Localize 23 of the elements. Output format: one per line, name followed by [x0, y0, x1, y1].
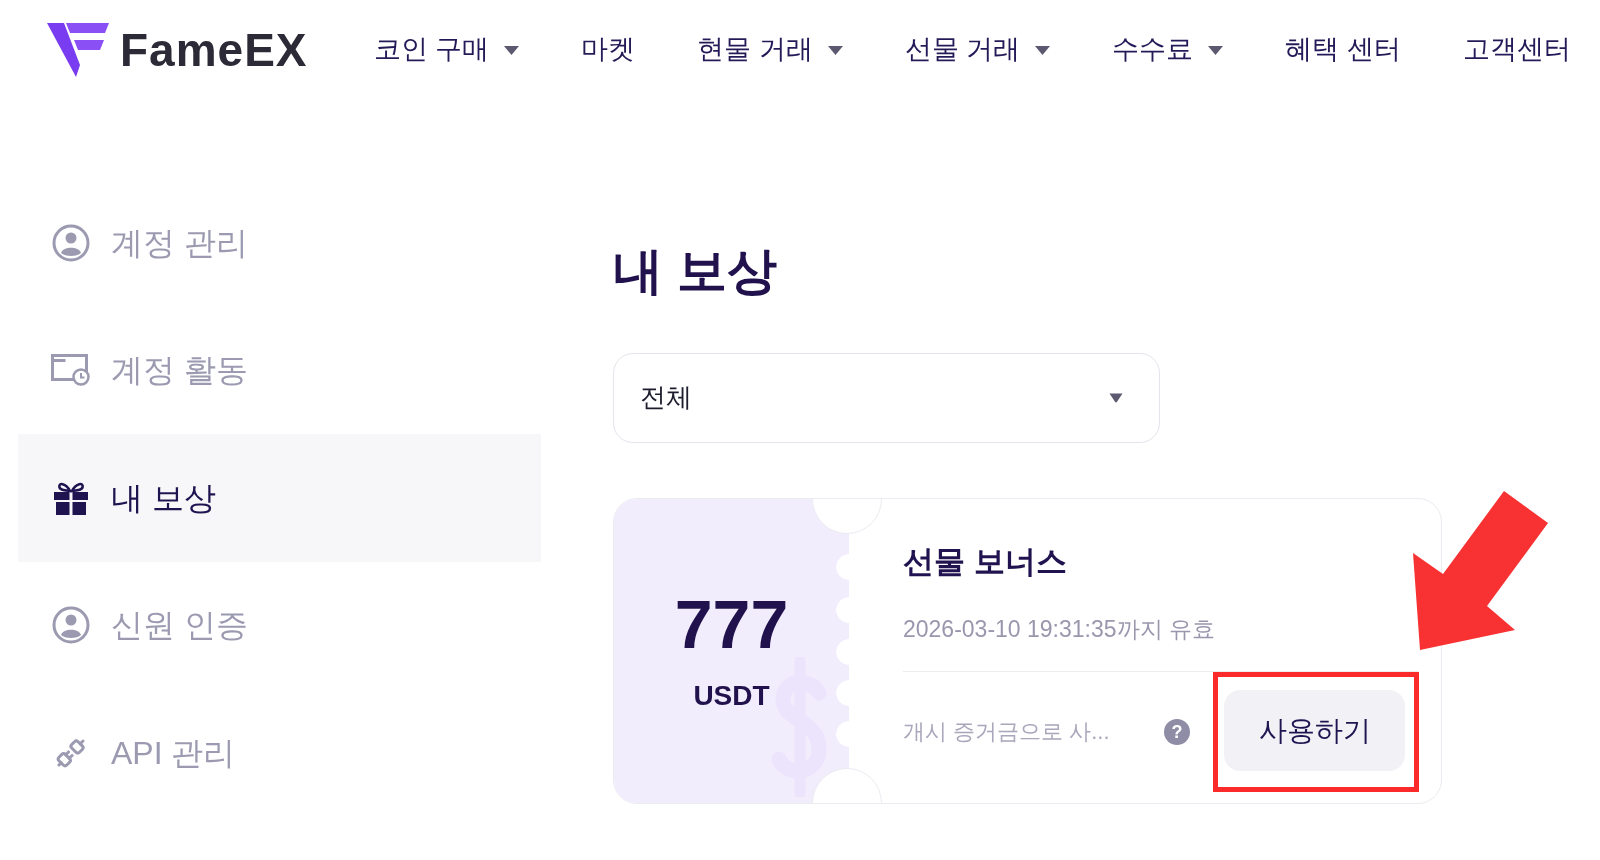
expiry-text: 2026-03-10 19:31:35까지 유효 [903, 615, 1215, 644]
nav-menu-item[interactable]: 수수료 [1112, 33, 1224, 67]
logo-text: FameEX [120, 24, 308, 76]
coupon-amount: 777 [674, 590, 789, 658]
user-circle-icon [52, 223, 90, 262]
nav-menu-item[interactable]: 혜택 센터 [1285, 33, 1401, 67]
filter-select[interactable]: 전체 [613, 353, 1160, 443]
coupon-currency: USDT [693, 680, 770, 712]
coupon-title: 선물 보너스 [903, 543, 1067, 581]
nav-menu-item[interactable]: 고객센터 [1462, 33, 1571, 67]
logo-icon [47, 23, 109, 77]
user-circle-icon [52, 606, 90, 645]
page-title: 내 보상 [613, 242, 777, 301]
use-button[interactable]: 사용하기 [1224, 690, 1405, 771]
nav-menu-item[interactable]: 선물 거래 [904, 33, 1051, 67]
nav-menu-item[interactable]: 코인 구매 [373, 33, 520, 67]
card-clock-icon [51, 354, 91, 387]
dollar-sign-icon [772, 657, 828, 797]
nav-menu-item[interactable]: 마켓 [581, 33, 636, 67]
usage-note: 개시 증거금으로 사... [903, 718, 1110, 746]
caret-icon [1109, 393, 1123, 403]
sidebar-item[interactable]: 내 보상 [18, 434, 541, 562]
nav-menu-item[interactable]: 현물 거래 [697, 33, 843, 67]
